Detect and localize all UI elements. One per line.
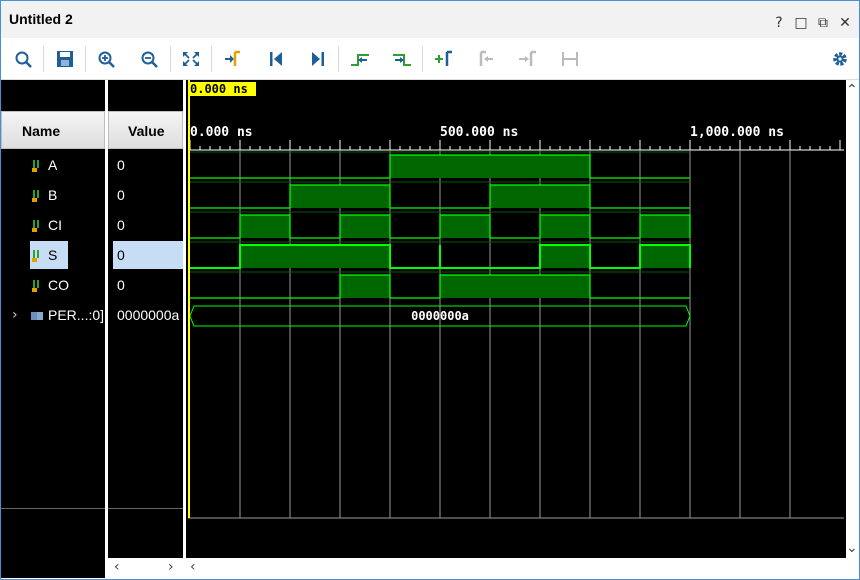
- high-level-fill: [540, 245, 590, 268]
- toolbar-separator: [85, 46, 86, 72]
- swap-cursors-icon: [562, 52, 578, 66]
- high-level-fill: [240, 245, 390, 268]
- bus-value-label: 0000000a: [411, 309, 469, 323]
- horizontal-scrollbar[interactable]: ‹ › ‹: [108, 558, 858, 578]
- signal-name[interactable]: S: [48, 247, 57, 263]
- go-to-time-zero-icon[interactable]: [263, 47, 289, 71]
- ruler-label: 500.000 ns: [440, 125, 518, 140]
- close-icon[interactable]: ✕: [837, 15, 853, 31]
- add-marker-icon[interactable]: [431, 47, 457, 71]
- search-icon[interactable]: [11, 47, 37, 71]
- scroll-right-icon[interactable]: ›: [168, 559, 174, 575]
- high-level-fill: [440, 215, 490, 238]
- settings-icon[interactable]: [827, 47, 853, 71]
- vertical-scrollbar[interactable]: ⌃ ⌄: [846, 80, 859, 558]
- signal-value: 0: [117, 277, 125, 293]
- zoom-fit-icon[interactable]: [178, 47, 204, 71]
- waveform-canvas[interactable]: 0.000 ns 0.000 ns 500.000 ns 1,000.000 ns 00…: [186, 80, 846, 558]
- next-marker-icon: [519, 50, 536, 66]
- zoom-in-icon[interactable]: [94, 47, 120, 71]
- previous-transition-icon[interactable]: [347, 47, 373, 71]
- help-icon[interactable]: ?: [771, 15, 787, 31]
- wave-scroll-left-icon[interactable]: ‹: [190, 559, 196, 575]
- ruler-label: 1,000.000 ns: [690, 125, 784, 140]
- toolbar-separator: [338, 46, 339, 72]
- logic-signal-icon: [32, 220, 39, 232]
- signal-value: 0: [117, 247, 125, 263]
- signal-value: 0000000a: [117, 307, 180, 323]
- bus-signal-icon: [31, 312, 43, 320]
- panel-separator: [1, 508, 105, 509]
- scroll-left-icon[interactable]: ‹: [114, 559, 120, 575]
- scroll-up-icon[interactable]: ⌃: [846, 82, 858, 98]
- high-level-fill: [640, 245, 690, 268]
- high-level-fill: [490, 185, 590, 208]
- ruler-label: 0.000 ns: [190, 125, 253, 140]
- save-icon[interactable]: [52, 47, 78, 71]
- name-column-header[interactable]: Name: [1, 111, 105, 149]
- high-level-fill: [340, 215, 390, 238]
- next-transition-icon[interactable]: [389, 47, 415, 71]
- float-icon[interactable]: ⧉: [815, 15, 831, 31]
- signal-trace-co: [190, 274, 690, 299]
- go-to-last-time-icon[interactable]: [305, 47, 331, 71]
- signal-name[interactable]: A: [48, 157, 57, 173]
- name-header-label: Name: [22, 123, 61, 139]
- previous-marker-icon: [479, 50, 493, 66]
- panel-separator: [108, 508, 183, 509]
- expand-chevron-icon[interactable]: ›: [12, 307, 18, 323]
- toolbar-separator: [43, 46, 44, 72]
- logic-signal-icon: [32, 280, 39, 292]
- value-header-label: Value: [128, 123, 165, 139]
- waveform-svg[interactable]: 0.000 ns 0.000 ns 500.000 ns 1,000.000 ns 00…: [186, 80, 846, 558]
- high-level-fill: [340, 275, 390, 298]
- title-bar: Untitled 2 ? □ ⧉ ✕: [1, 1, 859, 38]
- toolbar-separator: [422, 46, 423, 72]
- logic-signal-icon: [32, 160, 39, 172]
- signal-value: 0: [117, 157, 125, 173]
- value-column-header[interactable]: Value: [108, 111, 183, 149]
- signal-name[interactable]: B: [48, 187, 57, 203]
- zoom-out-icon[interactable]: [137, 47, 163, 71]
- toolbar-separator: [211, 46, 212, 72]
- maximize-icon[interactable]: □: [793, 15, 809, 31]
- name-panel: [1, 80, 105, 578]
- high-level-fill: [290, 185, 390, 208]
- toolbar: [1, 38, 859, 80]
- window-title: Untitled 2: [9, 11, 73, 27]
- signal-name[interactable]: PER...:0]: [48, 307, 104, 323]
- logic-signal-icon: [32, 190, 39, 202]
- scroll-down-icon[interactable]: ⌄: [846, 540, 858, 556]
- high-level-fill: [540, 215, 590, 238]
- cursor-time-label: 0.000 ns: [190, 82, 248, 96]
- signal-name[interactable]: CO: [48, 277, 69, 293]
- signal-value: 0: [117, 217, 125, 233]
- high-level-fill: [240, 215, 290, 238]
- go-to-cursor-icon[interactable]: [220, 47, 246, 71]
- signal-value: 0: [117, 187, 125, 203]
- high-level-fill: [640, 215, 690, 238]
- logic-signal-icon: [32, 250, 39, 262]
- high-level-fill: [390, 155, 590, 178]
- signal-name[interactable]: CI: [48, 217, 62, 233]
- high-level-fill: [440, 275, 590, 298]
- toolbar-separator: [170, 46, 171, 72]
